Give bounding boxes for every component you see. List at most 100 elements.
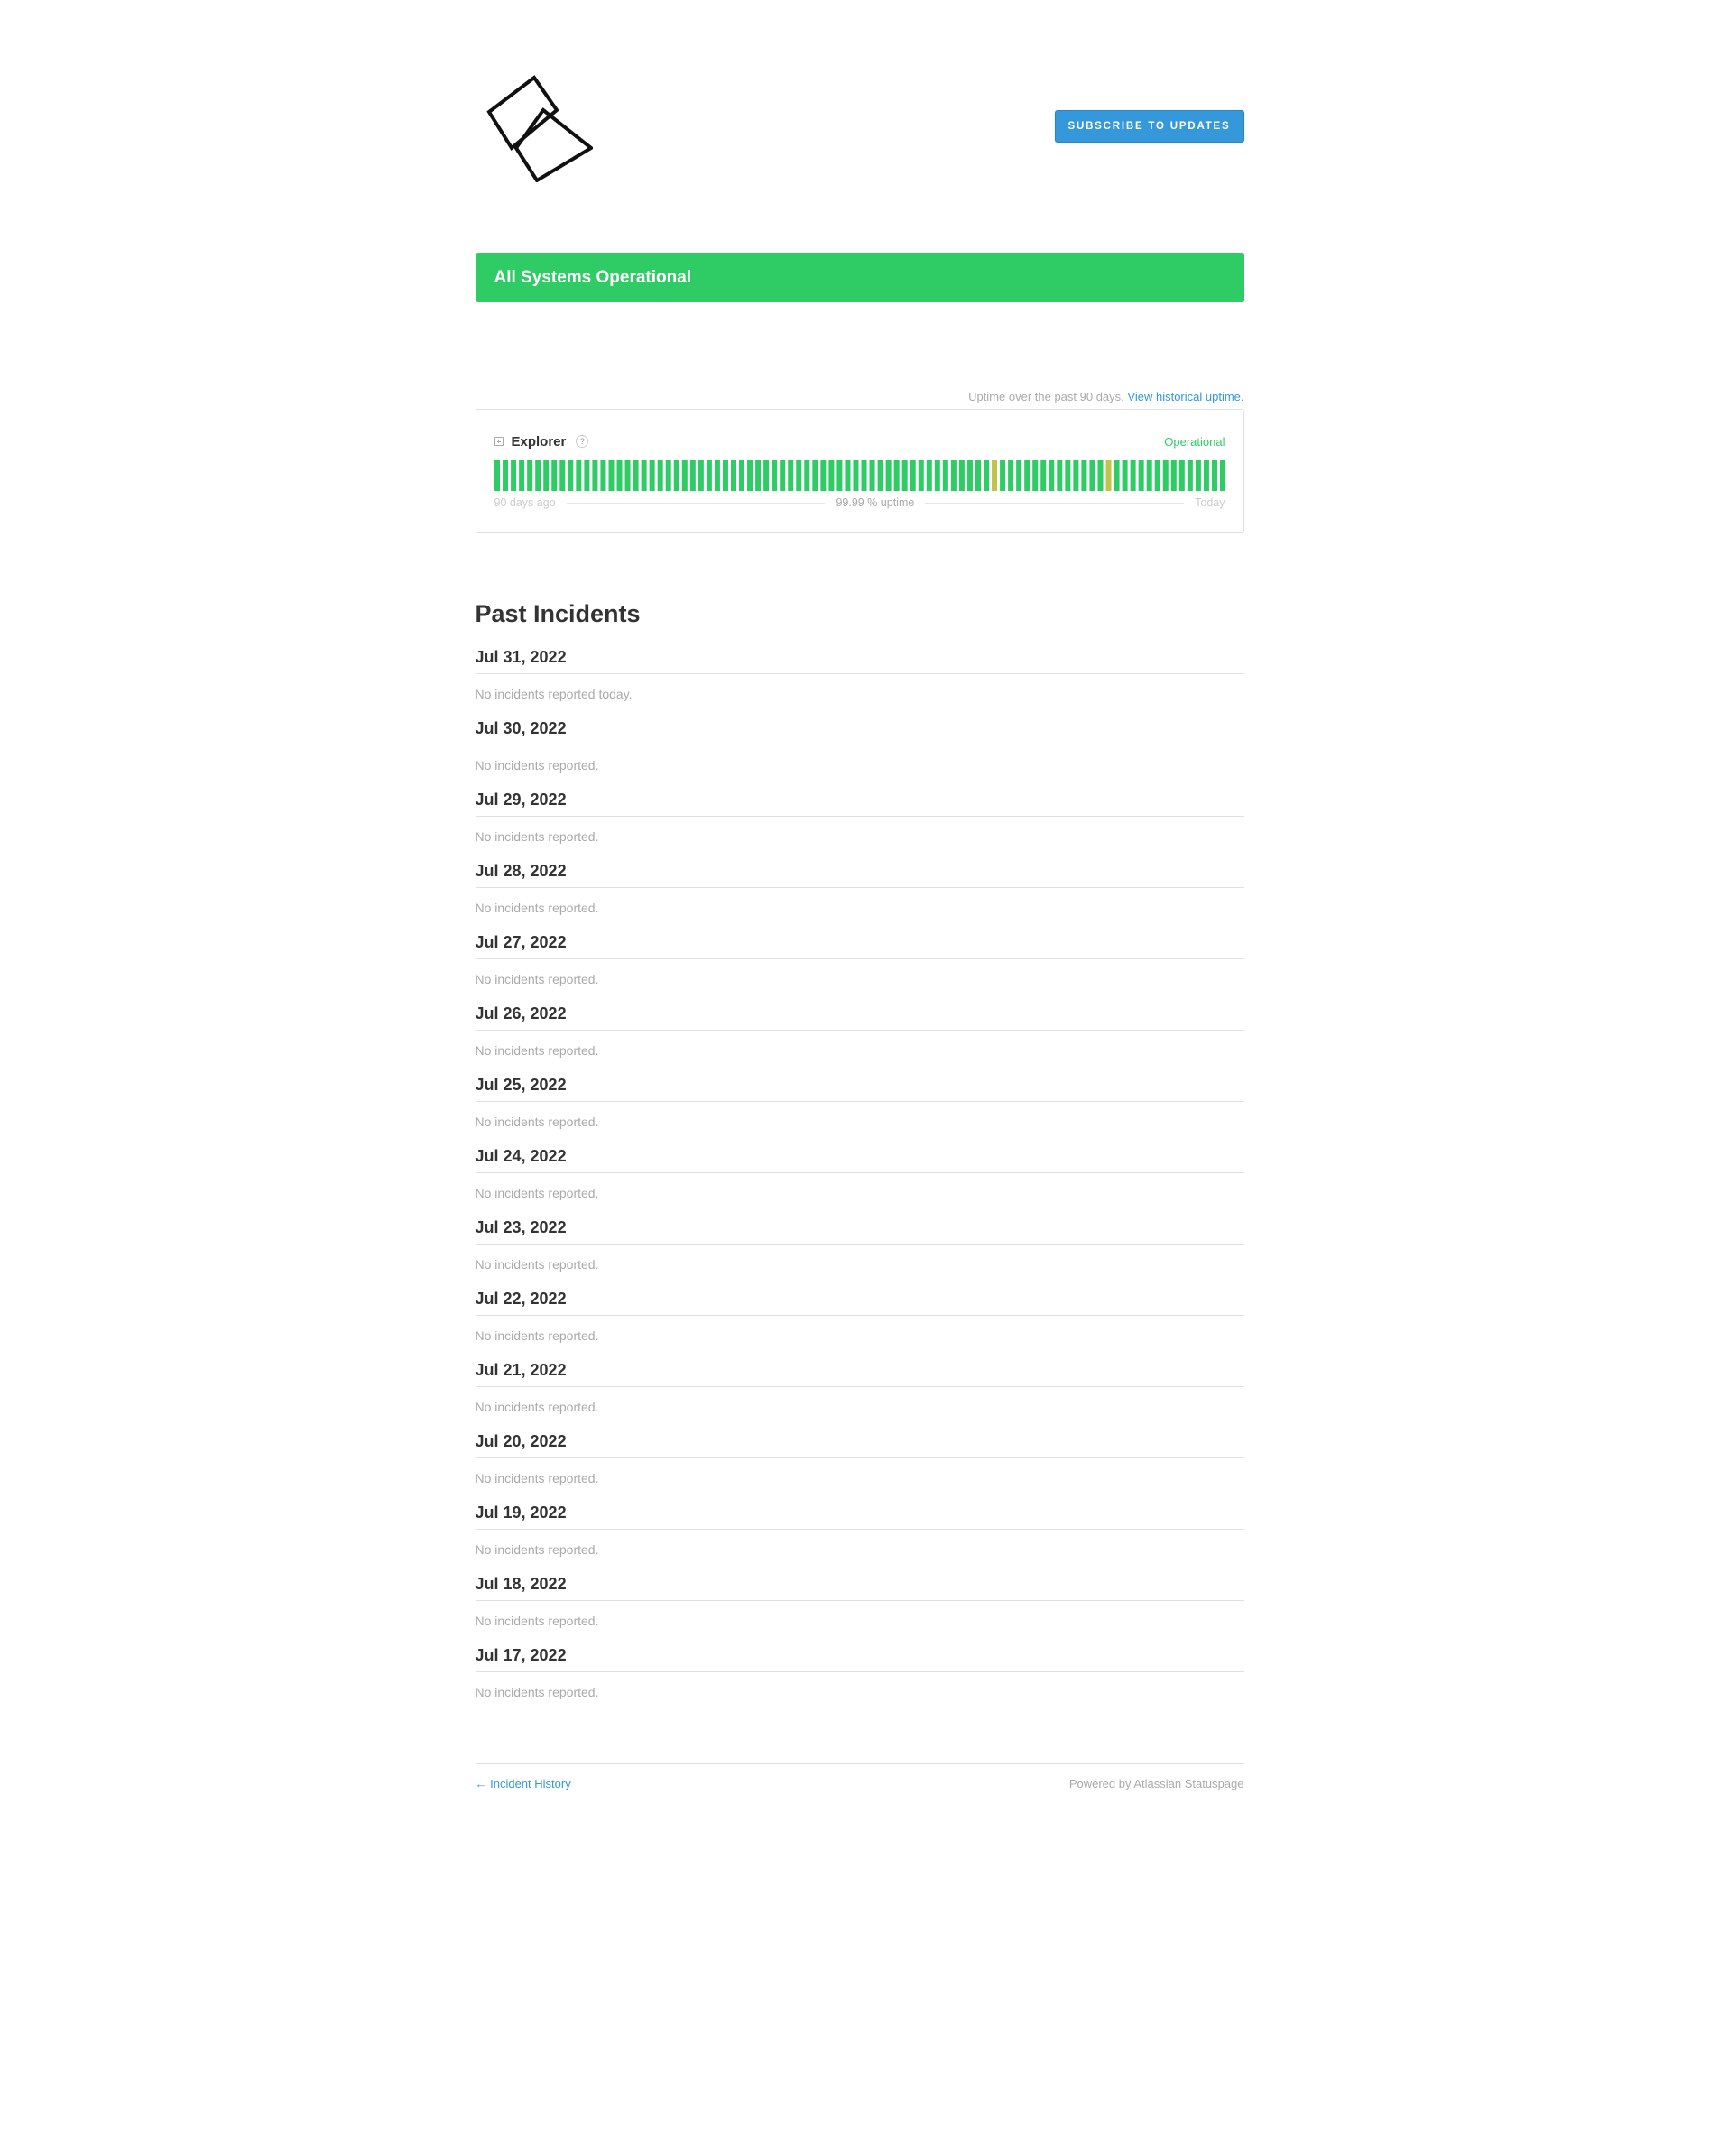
uptime-day-bar[interactable] <box>918 460 924 491</box>
uptime-day-bar[interactable] <box>689 460 696 491</box>
uptime-day-bar[interactable] <box>910 460 916 491</box>
uptime-day-bar[interactable] <box>861 460 867 491</box>
uptime-day-bar[interactable] <box>1178 460 1185 491</box>
uptime-day-bar[interactable] <box>698 460 704 491</box>
uptime-day-bar[interactable] <box>649 460 655 491</box>
uptime-day-bar[interactable] <box>607 460 614 491</box>
uptime-day-bar[interactable] <box>526 460 532 491</box>
uptime-day-bar[interactable] <box>1162 460 1169 491</box>
uptime-day-bar[interactable] <box>1187 460 1193 491</box>
uptime-day-bar[interactable] <box>1023 460 1030 491</box>
uptime-day-bar[interactable] <box>983 460 989 491</box>
uptime-day-bar[interactable] <box>575 460 581 491</box>
uptime-day-bar[interactable] <box>966 460 973 491</box>
uptime-day-bar[interactable] <box>934 460 940 491</box>
uptime-day-bar[interactable] <box>1122 460 1128 491</box>
uptime-day-bar[interactable] <box>633 460 639 491</box>
uptime-day-bar[interactable] <box>665 460 671 491</box>
uptime-day-bar[interactable] <box>722 460 728 491</box>
uptime-day-bar[interactable] <box>1040 460 1046 491</box>
uptime-day-bar[interactable] <box>673 460 679 491</box>
uptime-day-bar[interactable] <box>1138 460 1144 491</box>
uptime-day-bar[interactable] <box>779 460 785 491</box>
uptime-day-bar[interactable] <box>942 460 948 491</box>
uptime-day-bar[interactable] <box>681 460 688 491</box>
uptime-day-bar[interactable] <box>1015 460 1021 491</box>
uptime-day-bar[interactable] <box>534 460 541 491</box>
uptime-day-bar[interactable] <box>1211 460 1217 491</box>
logo-icon[interactable] <box>485 74 593 182</box>
uptime-day-bar[interactable] <box>599 460 605 491</box>
uptime-day-bar[interactable] <box>852 460 858 491</box>
uptime-day-bar[interactable] <box>550 460 557 491</box>
uptime-day-bar[interactable] <box>869 460 875 491</box>
uptime-day-bar[interactable] <box>885 460 892 491</box>
incident-history-link[interactable]: ← Incident History <box>476 1777 571 1790</box>
uptime-day-bar[interactable] <box>624 460 631 491</box>
uptime-day-bar[interactable] <box>583 460 589 491</box>
uptime-day-bar[interactable] <box>950 460 957 491</box>
uptime-day-bar[interactable] <box>1219 460 1225 491</box>
uptime-day-bar[interactable] <box>754 460 761 491</box>
uptime-day-bar[interactable] <box>836 460 842 491</box>
uptime-day-bar[interactable] <box>771 460 777 491</box>
incident-day: Jul 20, 2022 No incidents reported. <box>475 1432 1244 1485</box>
uptime-day-bar[interactable] <box>1048 460 1054 491</box>
powered-by[interactable]: Powered by Atlassian Statuspage <box>1069 1777 1244 1790</box>
uptime-day-bar[interactable] <box>738 460 744 491</box>
uptime-day-bar[interactable] <box>795 460 801 491</box>
uptime-day-bar[interactable] <box>1064 460 1070 491</box>
incident-day-date: Jul 31, 2022 <box>475 648 1244 674</box>
uptime-day-bar[interactable] <box>991 460 997 491</box>
uptime-day-bar[interactable] <box>494 460 500 491</box>
uptime-day-bar[interactable] <box>1096 460 1103 491</box>
incident-day-text: No incidents reported. <box>475 1186 599 1200</box>
uptime-day-bar[interactable] <box>1114 460 1120 491</box>
uptime-day-bar[interactable] <box>803 460 809 491</box>
uptime-day-bar[interactable] <box>746 460 753 491</box>
uptime-day-bar[interactable] <box>1031 460 1038 491</box>
uptime-day-bar[interactable] <box>926 460 932 491</box>
uptime-day-bar[interactable] <box>1203 460 1209 491</box>
uptime-day-bar[interactable] <box>1105 460 1112 491</box>
uptime-day-bar[interactable] <box>714 460 720 491</box>
uptime-day-bar[interactable] <box>1056 460 1062 491</box>
uptime-day-bar[interactable] <box>893 460 900 491</box>
uptime-day-bar[interactable] <box>1080 460 1086 491</box>
uptime-day-bar[interactable] <box>1195 460 1201 491</box>
uptime-day-bar[interactable] <box>559 460 565 491</box>
uptime-day-bar[interactable] <box>819 460 826 491</box>
uptime-day-bar[interactable] <box>510 460 516 491</box>
uptime-day-bar[interactable] <box>827 460 834 491</box>
uptime-day-bar[interactable] <box>1007 460 1013 491</box>
uptime-day-bar[interactable] <box>1130 460 1136 491</box>
expand-icon[interactable] <box>494 437 504 446</box>
help-icon[interactable]: ? <box>576 435 589 448</box>
uptime-day-bar[interactable] <box>641 460 647 491</box>
uptime-day-bar[interactable] <box>1154 460 1160 491</box>
uptime-day-bar[interactable] <box>591 460 597 491</box>
uptime-day-bar[interactable] <box>730 460 736 491</box>
subscribe-button[interactable]: Subscribe to Updates <box>1054 110 1244 143</box>
uptime-day-bar[interactable] <box>958 460 965 491</box>
uptime-day-bar[interactable] <box>502 460 508 491</box>
uptime-day-bar[interactable] <box>567 460 573 491</box>
uptime-day-bar[interactable] <box>657 460 663 491</box>
uptime-day-bar[interactable] <box>877 460 883 491</box>
uptime-day-bar[interactable] <box>542 460 549 491</box>
uptime-day-bar[interactable] <box>901 460 908 491</box>
uptime-day-bar[interactable] <box>762 460 769 491</box>
uptime-day-bar[interactable] <box>787 460 793 491</box>
uptime-day-bar[interactable] <box>999 460 1005 491</box>
uptime-day-bar[interactable] <box>811 460 818 491</box>
uptime-day-bar[interactable] <box>706 460 712 491</box>
uptime-day-bar[interactable] <box>1170 460 1177 491</box>
uptime-day-bar[interactable] <box>975 460 981 491</box>
uptime-day-bar[interactable] <box>616 460 623 491</box>
uptime-day-bar[interactable] <box>1146 460 1152 491</box>
uptime-day-bar[interactable] <box>1072 460 1078 491</box>
view-historical-uptime-link[interactable]: View historical uptime. <box>1127 390 1243 403</box>
uptime-day-bar[interactable] <box>1088 460 1095 491</box>
uptime-day-bar[interactable] <box>518 460 524 491</box>
uptime-day-bar[interactable] <box>844 460 850 491</box>
